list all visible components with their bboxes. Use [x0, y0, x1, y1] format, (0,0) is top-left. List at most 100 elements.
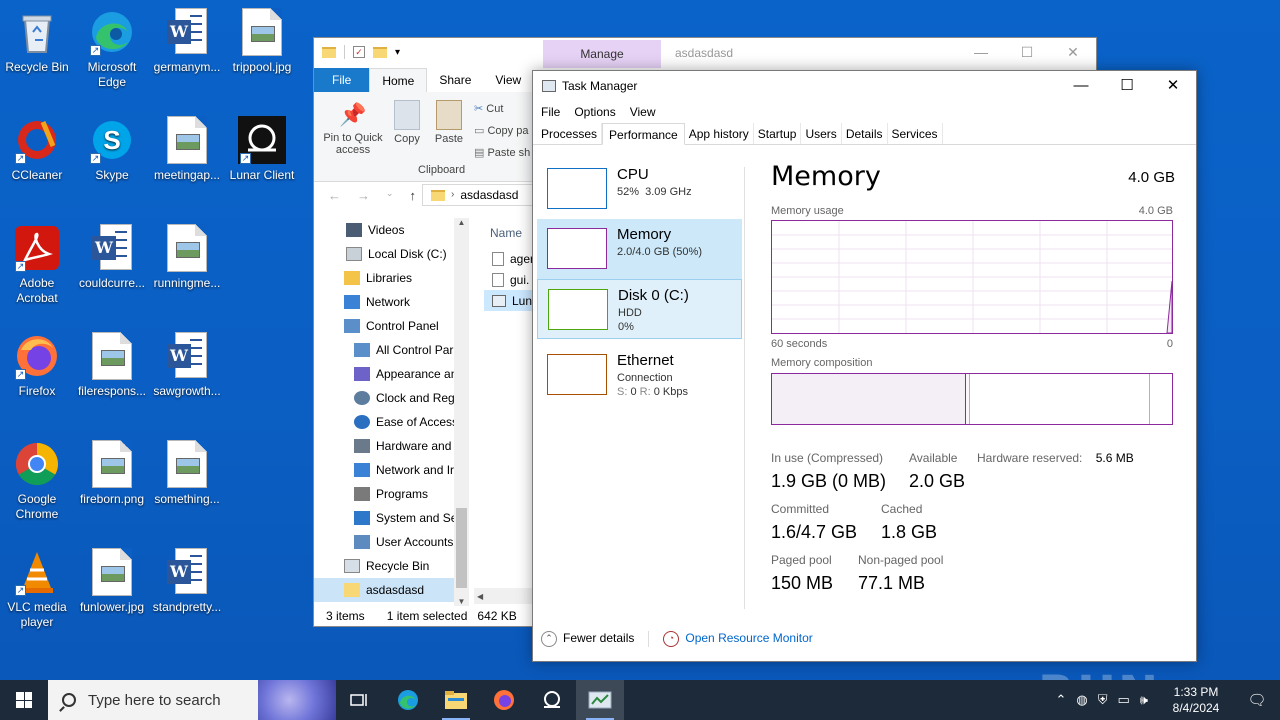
task-view-button[interactable] [336, 680, 384, 720]
tab-services[interactable]: Services [888, 123, 943, 144]
minimize-icon[interactable]: — [958, 38, 1004, 68]
pin-to-quick-access-button[interactable]: 📌 Pin to Quick access [320, 102, 386, 156]
tree-item-videos[interactable]: Videos [314, 218, 454, 242]
taskbar-task-manager[interactable] [576, 680, 624, 720]
sidebar-item-disk[interactable]: Disk 0 (C:) HDD 0% [537, 279, 742, 339]
tab-view[interactable]: View [483, 68, 533, 92]
sidebar-item-cpu[interactable]: CPU 52% 3.09 GHz [537, 159, 742, 219]
fewer-details-button[interactable]: ⌃ Fewer details [541, 631, 634, 647]
tree-item-ease-of-access[interactable]: Ease of Access [314, 410, 454, 434]
tab-share[interactable]: Share [427, 68, 483, 92]
taskbar-firefox[interactable] [480, 680, 528, 720]
desktop-icon-ccleaner[interactable]: ↗ CCleaner [0, 116, 74, 183]
tree-item-all-control-panel[interactable]: All Control Par [314, 338, 454, 362]
up-arrow-icon[interactable]: ↑ [410, 188, 417, 203]
address-bar[interactable]: › asdasdasd [422, 184, 542, 206]
tree-item-hardware[interactable]: Hardware and [314, 434, 454, 458]
open-resource-monitor-link[interactable]: ◔ Open Resource Monitor [663, 631, 813, 647]
desktop-icon-meetingap[interactable]: meetingap... [150, 116, 224, 183]
notification-icon[interactable]: 🗨 [1234, 691, 1280, 709]
tree-item-user-accounts[interactable]: User Accounts [314, 530, 454, 554]
tree-item-system-security[interactable]: System and Se [314, 506, 454, 530]
tab-home[interactable]: Home [369, 68, 428, 92]
desktop-icon-google-chrome[interactable]: Google Chrome [0, 440, 74, 522]
menu-view[interactable]: View [630, 101, 656, 123]
desktop-icon-fileresponse[interactable]: filerespons... [75, 332, 149, 399]
close-icon[interactable]: ✕ [1150, 71, 1196, 101]
menu-options[interactable]: Options [574, 101, 615, 123]
tree-item-recycle-bin[interactable]: Recycle Bin [314, 554, 454, 578]
tree-item-appearance[interactable]: Appearance an [314, 362, 454, 386]
desktop-icon-trippool[interactable]: trippool.jpg [225, 8, 299, 75]
chevron-up-icon[interactable]: ⌃ [1055, 692, 1066, 708]
paste-shortcut-button[interactable]: ▤ Paste sh [474, 142, 530, 164]
desktop-icon-standpretty[interactable]: W standpretty... [150, 548, 224, 615]
chevron-down-icon[interactable]: ▾ [395, 47, 400, 58]
taskbar-lunar-client[interactable] [528, 680, 576, 720]
back-arrow-icon[interactable]: ← [328, 188, 341, 203]
desktop-icon-skype[interactable]: S ↗ Skype [75, 116, 149, 183]
maximize-icon[interactable]: ☐ [1104, 71, 1150, 101]
start-button[interactable] [0, 680, 48, 720]
paste-button[interactable]: Paste [432, 100, 466, 145]
properties-icon[interactable]: ✓ [353, 46, 365, 58]
tree-item-clock-region[interactable]: Clock and Regi [314, 386, 454, 410]
tab-startup[interactable]: Startup [754, 123, 802, 144]
taskbar-file-explorer[interactable] [432, 680, 480, 720]
tree-item-programs[interactable]: Programs [314, 482, 454, 506]
task-manager-window[interactable]: Task Manager — ☐ ✕ File Options View Pro… [532, 70, 1197, 662]
clock[interactable]: 1:33 PM 8/4/2024 [1158, 684, 1234, 716]
tree-item-network-internet[interactable]: Network and Ir [314, 458, 454, 482]
desktop-icon-runningme[interactable]: runningme... [150, 224, 224, 291]
copy-path-button[interactable]: ▭ Copy pa [474, 120, 530, 142]
close-icon[interactable]: ✕ [1050, 38, 1096, 68]
taskbar-edge[interactable] [384, 680, 432, 720]
cut-button[interactable]: ✂ Cut [474, 98, 530, 120]
scroll-left-icon[interactable]: ◀ [474, 592, 483, 601]
tab-app-history[interactable]: App history [685, 123, 754, 144]
tree-item-network[interactable]: Network [314, 290, 454, 314]
tree-item-local-disk[interactable]: Local Disk (C:) [314, 242, 454, 266]
desktop-icon-couldcurre[interactable]: W couldcurre... [75, 224, 149, 291]
explorer-titlebar[interactable]: ✓ ▾ Manage asdasdasd — ☐ ✕ [314, 38, 1096, 68]
tree-item-control-panel[interactable]: Control Panel [314, 314, 454, 338]
task-manager-titlebar[interactable]: Task Manager — ☐ ✕ [533, 71, 1196, 101]
scroll-up-icon[interactable]: ▲ [454, 218, 469, 227]
desktop-icon-funlower[interactable]: funlower.jpg [75, 548, 149, 615]
tab-users[interactable]: Users [801, 123, 842, 144]
desktop-icon-sawgrowth[interactable]: W sawgrowth... [150, 332, 224, 399]
desktop-icon-germanym[interactable]: W germanym... [150, 8, 224, 75]
tab-processes[interactable]: Processes [537, 123, 603, 144]
forward-arrow-icon[interactable]: → [357, 188, 370, 203]
maximize-icon[interactable]: ☐ [1004, 38, 1050, 68]
manage-tab[interactable]: Manage [543, 40, 661, 68]
desktop-icon-something[interactable]: something... [150, 440, 224, 507]
sidebar-item-ethernet[interactable]: Ethernet Connection S: 0 R: 0 Kbps [537, 345, 742, 405]
desktop-icon-vlc[interactable]: ↗ VLC media player [0, 548, 74, 630]
recent-chevron-icon[interactable]: ⌄ [386, 188, 394, 203]
taskbar-search[interactable]: Type here to search [48, 680, 336, 720]
desktop-icon-microsoft-edge[interactable]: ↗ Microsoft Edge [75, 8, 149, 90]
volume-icon[interactable]: 🕪 [1140, 692, 1148, 708]
scroll-down-icon[interactable]: ▼ [454, 597, 469, 606]
minimize-icon[interactable]: — [1058, 71, 1104, 101]
network-icon[interactable]: ▭ [1118, 692, 1130, 708]
onedrive-icon[interactable]: ◍ [1076, 692, 1087, 708]
tree-item-asdasdasd[interactable]: asdasdasd [314, 578, 454, 602]
new-folder-icon[interactable] [373, 46, 387, 58]
tree-scrollbar[interactable]: ▲ ▼ [454, 218, 469, 606]
desktop-icon-fireborn[interactable]: fireborn.png [75, 440, 149, 507]
tab-details[interactable]: Details [842, 123, 888, 144]
desktop-icon-recycle-bin[interactable]: Recycle Bin [0, 8, 74, 75]
tab-performance[interactable]: Performance [602, 123, 685, 145]
scroll-thumb[interactable] [456, 508, 467, 588]
desktop-icon-lunar-client[interactable]: ↗ Lunar Client [225, 116, 299, 183]
desktop-icon-adobe-acrobat[interactable]: ↗ Adobe Acrobat [0, 224, 74, 306]
copy-button[interactable]: Copy [390, 100, 424, 145]
desktop-icon-firefox[interactable]: ↗ Firefox [0, 332, 74, 399]
security-icon[interactable]: ⛨ [1098, 692, 1108, 708]
tree-item-libraries[interactable]: Libraries [314, 266, 454, 290]
menu-file[interactable]: File [541, 101, 560, 123]
sidebar-item-memory[interactable]: Memory 2.0/4.0 GB (50%) [537, 219, 742, 279]
tab-file[interactable]: File [314, 68, 370, 92]
